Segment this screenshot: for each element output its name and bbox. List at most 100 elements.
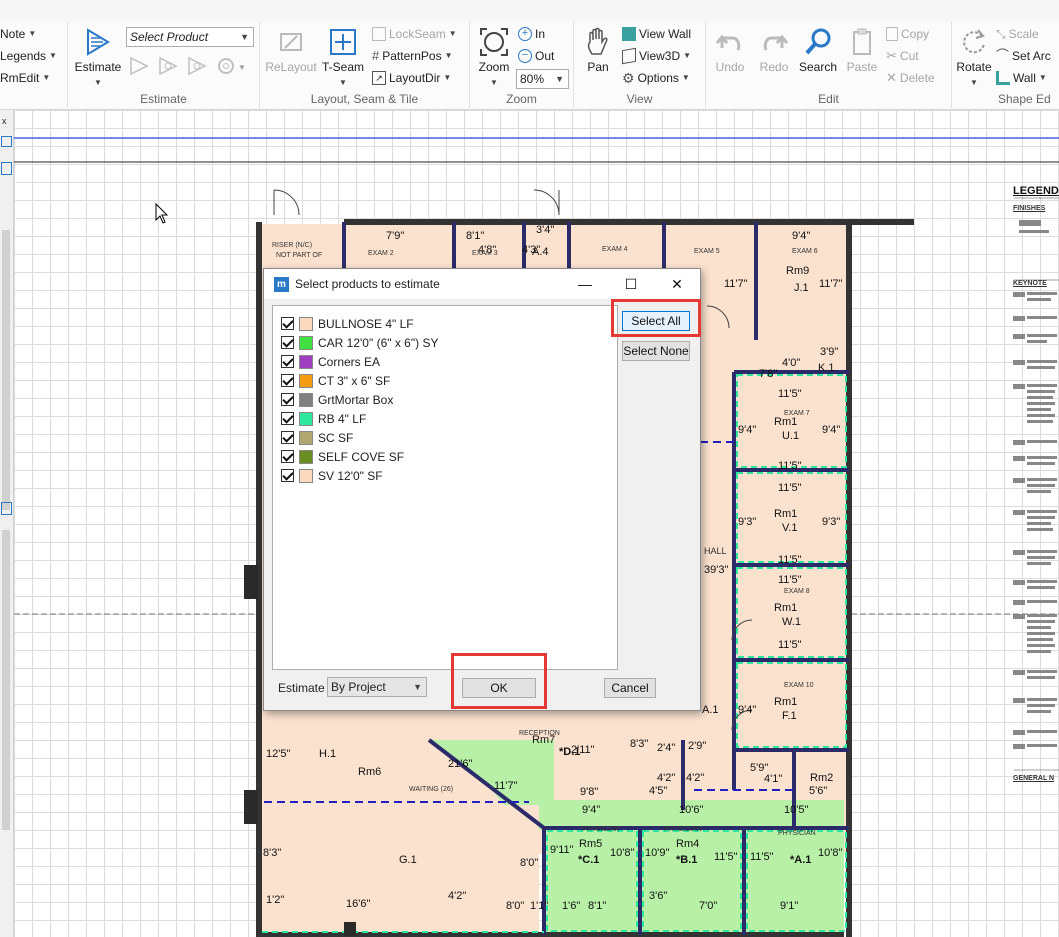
legends-button[interactable]: Legends ▼ (0, 46, 57, 66)
highlight-box (611, 299, 701, 337)
product-item[interactable]: SELF COVE SF (281, 447, 404, 466)
product-color-swatch (299, 335, 313, 350)
dimension-label: 9'3" (738, 516, 757, 528)
copy-button[interactable]: Copy (886, 24, 929, 44)
cut-button[interactable]: ✂ Cut (886, 46, 919, 66)
zoom-extents-icon (480, 28, 508, 56)
room-label: V.1 (782, 522, 798, 534)
search-button[interactable]: Search (796, 26, 840, 74)
dimension-label: 11'5" (778, 460, 802, 472)
product-checkbox[interactable] (281, 317, 294, 330)
zoom-out-icon: − (518, 49, 532, 63)
left-panel-strip[interactable]: x (0, 110, 14, 937)
layoutdir-button[interactable]: ↗ LayoutDir ▼ (372, 68, 451, 88)
product-color-swatch (299, 430, 313, 445)
wall-icon (996, 71, 1010, 85)
note-button[interactable]: Note ▼ (0, 24, 36, 44)
product-checkbox[interactable] (281, 431, 294, 444)
panel-scrollbar[interactable] (2, 230, 10, 510)
estimate-label: Estimate (278, 681, 325, 695)
product-color-swatch (299, 449, 313, 464)
pan-hand-icon (587, 27, 608, 55)
close-icon[interactable]: x (2, 116, 7, 126)
cancel-button[interactable]: Cancel (604, 678, 656, 698)
pan-button[interactable]: Pan (578, 26, 618, 74)
rotate-button[interactable]: Rotate ▼ (954, 26, 994, 88)
product-item[interactable]: CT 3" x 6" SF (281, 371, 390, 390)
product-checkbox[interactable] (281, 412, 294, 425)
panel-icon[interactable] (1, 136, 12, 147)
chevron-down-icon: ▼ (413, 682, 422, 692)
legend-keynotes (1013, 220, 1057, 749)
plan-note: NOT PART OF (276, 252, 323, 259)
redo-button[interactable]: Redo (752, 26, 796, 74)
zoom-level-dropdown[interactable]: 80% ▼ (516, 69, 569, 89)
product-label: GrtMortar Box (318, 392, 394, 407)
undo-button[interactable]: Undo (708, 26, 752, 74)
zoom-in-button[interactable]: + In (518, 24, 545, 44)
product-item[interactable]: SV 12'0" SF (281, 466, 383, 485)
plan-note: RISER (N/C) (272, 242, 313, 249)
product-checkbox[interactable] (281, 355, 294, 368)
wall-button[interactable]: Wall ▼ (996, 68, 1047, 88)
product-item[interactable]: GrtMortar Box (281, 390, 393, 409)
dimension-label: 11'5" (750, 851, 774, 863)
room-label: A.4 (532, 246, 549, 258)
close-button[interactable]: ✕ (654, 269, 700, 299)
edit-group-label: Edit (818, 92, 839, 106)
options-button[interactable]: ⚙ Options ▼ (622, 68, 690, 88)
dimension-label: 3'9" (820, 346, 839, 358)
product-item[interactable]: CAR 12'0" (6" x 6") SY (281, 333, 438, 352)
zoom-button[interactable]: Zoom ▼ (472, 26, 516, 88)
dimension-label: 10'6" (679, 804, 704, 816)
dimension-label: 11'5" (778, 388, 802, 400)
panel-scrollbar[interactable] (2, 530, 10, 830)
paste-button[interactable]: Paste (842, 26, 882, 74)
maximize-button[interactable]: ☐ (608, 269, 654, 299)
product-checkbox[interactable] (281, 374, 294, 387)
product-item[interactable]: Corners EA (281, 352, 380, 371)
scale-button[interactable]: ⤡ Scale (996, 24, 1039, 44)
rmedit-button[interactable]: RmEdit ▼ (0, 68, 50, 88)
ribbon-group-estimate: Estimate ▼ Select Product ▼ ▼ Estimate (68, 22, 260, 108)
product-item[interactable]: BULLNOSE 4" LF (281, 314, 414, 333)
lockseam-button[interactable]: LockSeam ▼ (372, 24, 457, 44)
product-color-swatch (299, 354, 313, 369)
patternpos-button[interactable]: # PatternPos ▼ (372, 46, 453, 66)
product-checkbox[interactable] (281, 469, 294, 482)
minimize-button[interactable]: — (562, 269, 608, 299)
view-wall-button[interactable]: View Wall (622, 24, 691, 44)
dimension-label: 8'1" (588, 900, 607, 912)
product-checkbox[interactable] (281, 393, 294, 406)
dialog-titlebar[interactable]: m Select products to estimate — ☐ ✕ (264, 269, 700, 299)
delete-button[interactable]: ✕ Delete (886, 68, 935, 88)
zoom-out-button[interactable]: − Out (518, 46, 554, 66)
estimate-button[interactable]: Estimate ▼ (72, 26, 124, 88)
panel-grid-icon[interactable] (1, 502, 12, 515)
product-list: BULLNOSE 4" LF CAR 12'0" (6" x 6") SY Corn… (272, 305, 618, 670)
set-arc-button[interactable]: ⌒ Set Arc (996, 46, 1051, 66)
panel-grid-icon[interactable] (1, 162, 12, 175)
dimension-label: 8'3" (263, 847, 282, 859)
room-label: *A.1 (790, 854, 812, 866)
product-item[interactable]: RB 4" LF (281, 409, 366, 428)
room-label: Rm1 (774, 602, 798, 614)
product-checkbox[interactable] (281, 336, 294, 349)
product-label: Corners EA (318, 354, 381, 369)
select-none-button[interactable]: Select None (622, 341, 690, 361)
relayout-button[interactable]: ReLayout (264, 26, 318, 74)
app-icon: m (274, 277, 289, 292)
view3d-button[interactable]: View3D ▼ (622, 46, 691, 66)
product-label: SV 12'0" SF (318, 468, 383, 483)
dimension-label: 9'4" (738, 704, 757, 716)
room-label: Rm2 (810, 772, 834, 784)
dimension-label: 9'3" (822, 516, 841, 528)
select-product-dropdown[interactable]: Select Product ▼ (126, 27, 254, 47)
tseam-button[interactable]: T-Seam ▼ (318, 26, 368, 88)
estimate-mode-dropdown[interactable]: By Project ▼ (327, 677, 427, 697)
product-color-swatch (299, 316, 313, 331)
product-item[interactable]: SC SF (281, 428, 353, 447)
dimension-label: 11'7" (724, 278, 748, 290)
legend-title: LEGEND (1013, 185, 1059, 197)
product-checkbox[interactable] (281, 450, 294, 463)
